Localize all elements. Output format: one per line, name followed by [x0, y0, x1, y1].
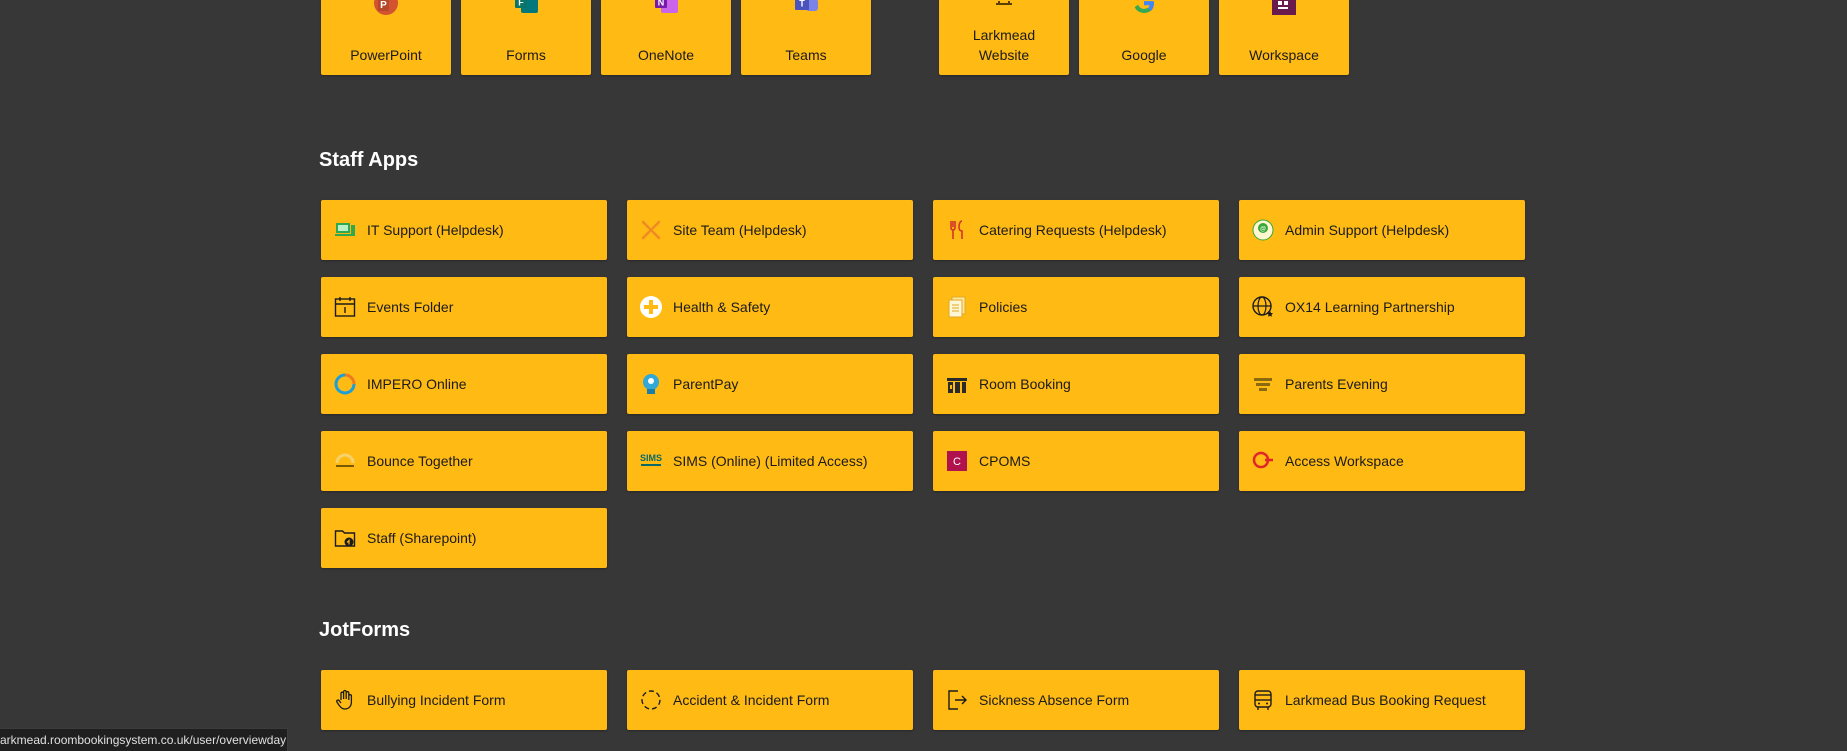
app-impero[interactable]: IMPERO Online — [321, 354, 607, 414]
tile-label: Workspace — [1249, 47, 1319, 63]
jotform-sickness-absence[interactable]: Sickness Absence Form — [933, 670, 1219, 730]
tile-label: Teams — [785, 47, 827, 63]
app-label: Sickness Absence Form — [979, 692, 1130, 708]
calendar-icon — [333, 295, 357, 319]
impero-icon — [333, 372, 357, 396]
svg-text:P: P — [380, 0, 387, 11]
svg-text:@: @ — [1260, 227, 1266, 233]
hand-stop-icon — [333, 688, 357, 712]
tile-larkmead-website[interactable]: Larkmead Website — [939, 0, 1069, 75]
folder-share-icon — [333, 526, 357, 550]
app-label: IT Support (Helpdesk) — [367, 222, 504, 238]
svg-text:T: T — [799, 0, 805, 9]
browser-status-url: arkmead.roombookingsystem.co.uk/user/ove… — [0, 728, 288, 751]
jotform-bus-booking[interactable]: Larkmead Bus Booking Request — [1239, 670, 1525, 730]
app-label: Bullying Incident Form — [367, 692, 506, 708]
tile-label: PowerPoint — [350, 47, 422, 63]
app-label: Larkmead Bus Booking Request — [1285, 692, 1486, 708]
dashed-circle-icon — [639, 688, 663, 712]
bounce-together-icon — [333, 449, 357, 473]
section-title-staff-apps: Staff Apps — [319, 149, 419, 171]
app-label: Room Booking — [979, 376, 1071, 392]
forms-icon: F — [515, 0, 538, 13]
app-events-folder[interactable]: Events Folder — [321, 277, 607, 337]
cpoms-icon: C — [945, 449, 969, 473]
app-sims[interactable]: SIMS SIMS (Online) (Limited Access) — [627, 431, 913, 491]
svg-text:N: N — [658, 0, 665, 8]
tile-label: OneNote — [637, 47, 695, 63]
globe-icon — [1251, 295, 1275, 319]
app-parents-evening[interactable]: Parents Evening — [1239, 354, 1525, 414]
room-booking-icon — [945, 372, 969, 396]
app-parentpay[interactable]: ParentPay — [627, 354, 913, 414]
svg-text:F: F — [518, 0, 524, 8]
tile-forms[interactable]: F Forms — [461, 0, 591, 75]
parents-evening-icon — [1251, 372, 1275, 396]
svg-text:C: C — [953, 456, 961, 468]
first-aid-icon — [639, 295, 663, 319]
app-label: Parents Evening — [1285, 376, 1388, 392]
workspace-icon — [1272, 0, 1296, 15]
site-team-icon — [639, 218, 663, 242]
app-bounce-together[interactable]: Bounce Together — [321, 431, 607, 491]
admin-support-icon: @ — [1251, 218, 1275, 242]
app-label: Events Folder — [367, 299, 454, 315]
bus-icon — [1251, 688, 1275, 712]
app-label: Bounce Together — [367, 453, 473, 469]
app-label: Accident & Incident Form — [673, 692, 830, 708]
larkmead-logo-icon — [996, 1, 1012, 5]
app-label: Catering Requests (Helpdesk) — [979, 222, 1167, 238]
app-site-team[interactable]: Site Team (Helpdesk) — [627, 200, 913, 260]
app-label: Staff (Sharepoint) — [367, 530, 477, 546]
app-label: IMPERO Online — [367, 376, 467, 392]
powerpoint-icon: P — [374, 0, 398, 15]
top-app-row: P PowerPoint F Forms N OneNote T Teams L… — [0, 0, 1847, 80]
sims-icon: SIMS — [639, 449, 663, 473]
svg-text:SIMS: SIMS — [640, 453, 662, 463]
app-admin-support[interactable]: @ Admin Support (Helpdesk) — [1239, 200, 1525, 260]
app-label: CPOMS — [979, 453, 1031, 469]
google-icon — [1133, 0, 1154, 13]
app-label: Site Team (Helpdesk) — [673, 222, 807, 238]
tile-workspace[interactable]: Workspace — [1219, 0, 1349, 75]
tile-teams[interactable]: T Teams — [741, 0, 871, 75]
app-staff-sharepoint[interactable]: Staff (Sharepoint) — [321, 508, 607, 568]
app-cpoms[interactable]: C CPOMS — [933, 431, 1219, 491]
tile-google[interactable]: Google — [1079, 0, 1209, 75]
app-label: Health & Safety — [673, 299, 771, 315]
access-workspace-icon — [1251, 449, 1275, 473]
app-catering-requests[interactable]: Catering Requests (Helpdesk) — [933, 200, 1219, 260]
parentpay-icon — [639, 372, 663, 396]
tile-label: Larkmead Website — [972, 27, 1036, 63]
app-label: SIMS (Online) (Limited Access) — [673, 453, 868, 469]
app-health-safety[interactable]: Health & Safety — [627, 277, 913, 337]
catering-icon — [945, 218, 969, 242]
tile-onenote[interactable]: N OneNote — [601, 0, 731, 75]
app-label: Policies — [979, 299, 1028, 315]
teams-icon: T — [795, 0, 818, 11]
tile-label: Google — [1121, 47, 1167, 63]
it-support-icon — [333, 218, 357, 242]
onenote-icon: N — [655, 0, 678, 13]
app-label: Admin Support (Helpdesk) — [1285, 222, 1450, 238]
tile-powerpoint[interactable]: P PowerPoint — [321, 0, 451, 75]
app-access-workspace[interactable]: Access Workspace — [1239, 431, 1525, 491]
app-policies[interactable]: Policies — [933, 277, 1219, 337]
sign-out-icon — [945, 688, 969, 712]
app-it-support[interactable]: IT Support (Helpdesk) — [321, 200, 607, 260]
section-title-jotforms: JotForms — [319, 619, 411, 641]
app-label: Access Workspace — [1285, 453, 1404, 469]
app-room-booking[interactable]: Room Booking — [933, 354, 1219, 414]
tile-label: Forms — [506, 47, 546, 63]
jotform-bullying-incident[interactable]: Bullying Incident Form — [321, 670, 607, 730]
documents-icon — [945, 295, 969, 319]
app-ox14[interactable]: OX14 Learning Partnership — [1239, 277, 1525, 337]
app-label: ParentPay — [673, 376, 739, 392]
jotform-accident-incident[interactable]: Accident & Incident Form — [627, 670, 913, 730]
app-label: OX14 Learning Partnership — [1285, 299, 1455, 315]
